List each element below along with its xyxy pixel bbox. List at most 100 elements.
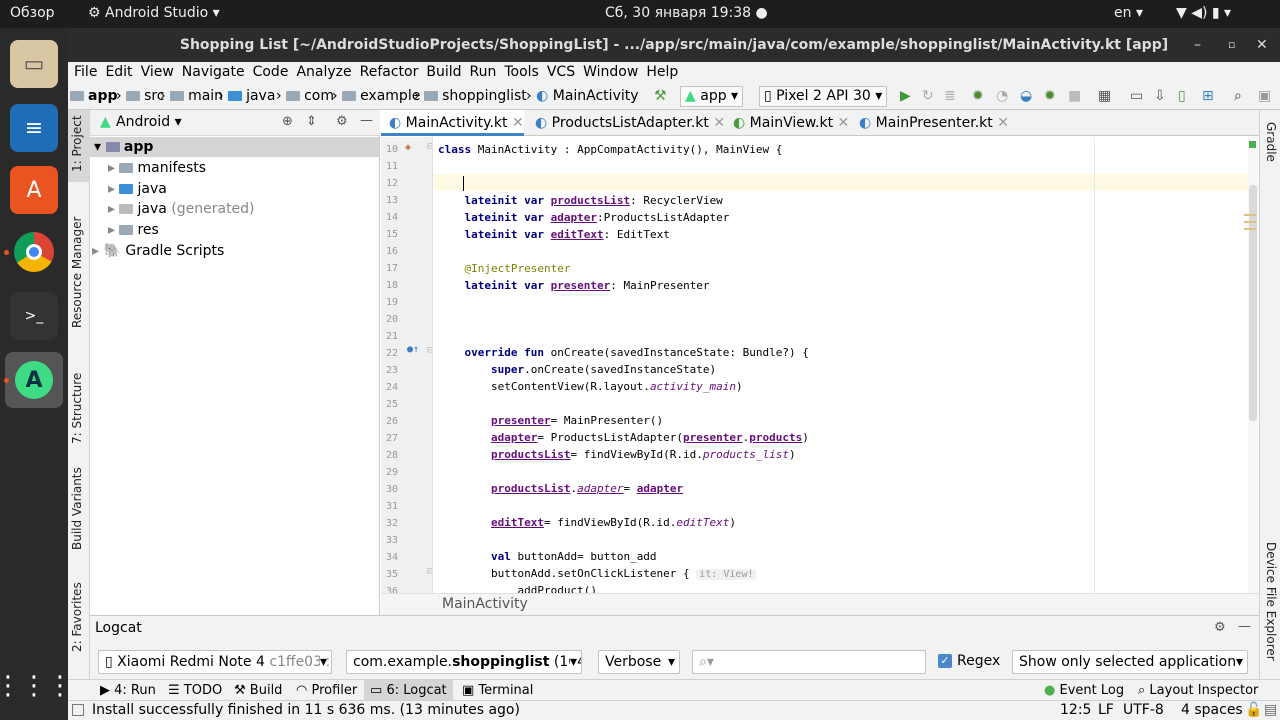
device-manager-icon[interactable]: ▯ [1178, 88, 1186, 104]
clock[interactable]: Сб, 30 января 19:38 ● [605, 5, 768, 21]
lock-icon[interactable]: 🔓 [1245, 702, 1262, 718]
tab-mainpresenter[interactable]: ◐ MainPresenter.kt ✕ [851, 110, 1009, 136]
close-tab-icon[interactable]: ✕ [713, 115, 725, 131]
filter-dropdown[interactable]: Show only selected application ▾ [1012, 650, 1248, 674]
debug-icon[interactable]: ✹ [972, 88, 984, 104]
tab-resource-manager[interactable]: Resource Manager [70, 217, 84, 328]
code-editor[interactable]: class MainActivity : AppCompatActivity()… [434, 137, 1259, 593]
menu-file[interactable]: File [70, 62, 101, 80]
menu-help[interactable]: Help [642, 62, 682, 80]
tab-device-file-explorer[interactable]: Device File Explorer [1264, 542, 1278, 661]
tab-favorites[interactable]: 2: Favorites [70, 582, 84, 652]
tab-gradle[interactable]: Gradle [1264, 122, 1278, 162]
line-separator[interactable]: LF [1098, 702, 1114, 718]
tool-tab-todo[interactable]: ☰ TODO [168, 683, 222, 698]
crumb-java[interactable]: › java [218, 88, 275, 104]
hide-panel-icon[interactable]: — [360, 113, 373, 128]
process-dropdown[interactable]: com.example.shoppinglist (1642▾ [346, 650, 582, 674]
gear-icon[interactable]: ⚙ [1214, 620, 1226, 635]
collapse-all-icon[interactable]: ⇕ [306, 114, 317, 129]
fold-marker[interactable]: ⊟ [427, 566, 432, 577]
memory-indicator-icon[interactable]: ▤ [1264, 702, 1277, 718]
crumb-example[interactable]: › example [332, 88, 420, 104]
apply-code-changes-icon[interactable]: ≣ [944, 88, 956, 104]
overrides-icon[interactable]: ●↑ [407, 344, 419, 355]
close-tab-icon[interactable]: ✕ [512, 115, 524, 131]
logcat-search-input[interactable]: ⌕▾ [692, 650, 926, 674]
inspection-ok-icon[interactable] [1249, 141, 1256, 148]
maximize-button[interactable]: ▫ [1228, 28, 1235, 62]
terminal-icon[interactable]: >_ [10, 292, 58, 340]
tree-item-java[interactable]: ▸ java [108, 181, 167, 197]
crumb-app[interactable]: app [70, 88, 118, 104]
menu-navigate[interactable]: Navigate [178, 62, 249, 80]
menu-window[interactable]: Window [579, 62, 642, 80]
tool-tab-profiler[interactable]: ◠ Profiler [296, 683, 357, 698]
tree-item-manifests[interactable]: ▸ manifests [108, 160, 206, 176]
tree-item-res[interactable]: ▸ res [108, 222, 159, 238]
assistant-icon[interactable]: ⊞ [1202, 88, 1214, 104]
tree-item-java-generated[interactable]: ▸ java (generated) [108, 201, 255, 217]
activities-button[interactable]: Обзор [10, 5, 55, 21]
android-studio-dock-icon[interactable]: A [5, 352, 63, 408]
run-icon[interactable]: ▶ [900, 88, 911, 104]
device-dropdown[interactable]: ▯ Xiaomi Redmi Note 4 c1ffe03c ▾ [98, 650, 332, 674]
locate-icon[interactable]: ⊕ [282, 114, 293, 129]
menu-vcs[interactable]: VCS [543, 62, 579, 80]
stop-icon[interactable]: ■ [1068, 88, 1081, 104]
fold-marker[interactable]: ⊟ [427, 141, 432, 152]
editor-breadcrumb-item[interactable]: MainActivity [442, 596, 528, 612]
tab-mainview[interactable]: ◐ MainView.kt ✕ [725, 110, 849, 136]
tab-mainactivity[interactable]: ◐ MainActivity.kt ✕ [381, 110, 524, 136]
crumb-shoppinglist[interactable]: › shoppinglist [414, 88, 527, 104]
close-window-button[interactable]: ✕ [1256, 28, 1268, 62]
toggle-tool-windows-icon[interactable] [72, 704, 84, 716]
gear-icon[interactable]: ⚙ [336, 114, 348, 129]
software-center-icon[interactable]: A [10, 166, 58, 214]
menu-view[interactable]: View [137, 62, 178, 80]
profile-icon[interactable]: ◒ [1020, 88, 1032, 104]
device-select[interactable]: ▯ Pixel 2 API 30 ▾ [759, 86, 888, 107]
tool-tab-build[interactable]: ⚒ Build [234, 683, 282, 698]
tab-productslistadapter[interactable]: ◐ ProductsListAdapter.kt ✕ [527, 110, 725, 136]
menu-build[interactable]: Build [422, 62, 465, 80]
hide-panel-icon[interactable]: — [1238, 619, 1251, 634]
file-encoding[interactable]: UTF-8 [1123, 702, 1164, 718]
show-applications-icon[interactable]: ⋮⋮⋮ [0, 662, 73, 710]
editor-scrollbar[interactable] [1244, 137, 1258, 593]
apply-changes-icon[interactable]: ↻ [922, 88, 934, 104]
menu-analyze[interactable]: Analyze [292, 62, 355, 80]
app-menu[interactable]: ⚙ Android Studio ▾ [88, 5, 220, 21]
chrome-icon[interactable] [10, 228, 58, 276]
system-tray-icons[interactable]: ▼ ◀) ▮ ▾ [1176, 5, 1231, 21]
crumb-mainactivity[interactable]: › ◐ MainActivity [526, 88, 639, 104]
tool-tab-terminal[interactable]: ▣ Terminal [462, 683, 533, 698]
search-icon[interactable]: ⌕ [1234, 88, 1242, 104]
language-indicator[interactable]: en ▾ [1114, 5, 1143, 21]
close-tab-icon[interactable]: ✕ [838, 115, 850, 131]
writer-icon[interactable]: ≡ [10, 104, 58, 152]
tool-tab-logcat[interactable]: ▭ 6: Logcat [364, 680, 453, 700]
run-config-select[interactable]: ▲ app ▾ [680, 86, 744, 107]
avd-manager-icon[interactable]: ▭ [1130, 88, 1143, 104]
caret-position[interactable]: 12:5 [1060, 702, 1091, 718]
crumb-com[interactable]: › com [276, 88, 334, 104]
make-hammer-icon[interactable]: ⚒ [654, 88, 667, 104]
menu-edit[interactable]: Edit [101, 62, 136, 80]
indent-setting[interactable]: 4 spaces [1181, 702, 1243, 718]
settings-icon[interactable]: ▣ [1258, 88, 1271, 104]
log-level-dropdown[interactable]: Verbose ▾ [598, 650, 680, 674]
tool-tab-run[interactable]: ▶ 4: Run [100, 683, 156, 698]
fold-marker[interactable]: ⊟ [427, 345, 432, 356]
status-message[interactable]: Install successfully finished in 11 s 63… [92, 702, 520, 718]
menu-run[interactable]: Run [466, 62, 501, 80]
attach-debugger-icon[interactable]: ✹ [1044, 88, 1056, 104]
tab-build-variants[interactable]: Build Variants [70, 467, 84, 550]
sync-project-icon[interactable]: ▦ [1098, 88, 1111, 104]
tab-structure[interactable]: 7: Structure [70, 373, 84, 444]
implemented-icon[interactable]: ◈ [405, 142, 411, 153]
menu-tools[interactable]: Tools [500, 62, 543, 80]
tree-item-app[interactable]: ▾ app [94, 139, 153, 155]
tree-item-gradle-scripts[interactable]: ▸ 🐘 Gradle Scripts [92, 243, 224, 259]
coverage-icon[interactable]: ◔ [996, 88, 1008, 104]
